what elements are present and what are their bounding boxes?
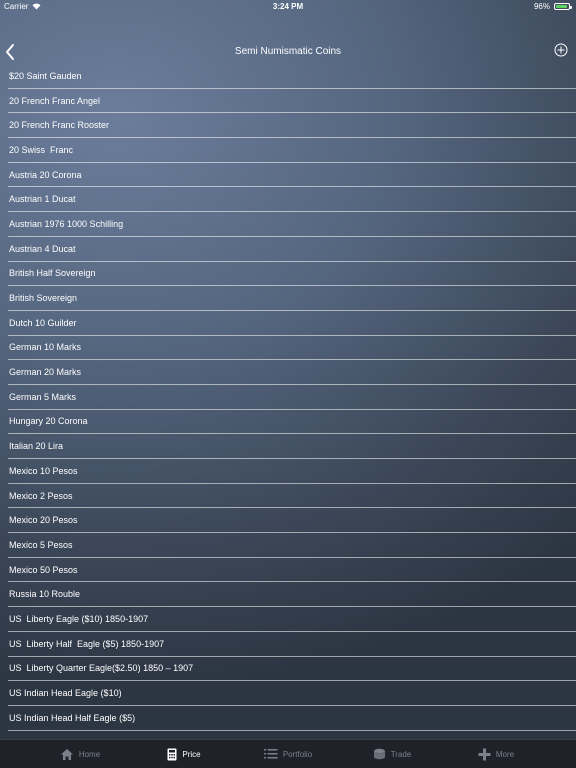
list-item-label: US Liberty Quarter Eagle($2.50) 1850 – 1… xyxy=(9,663,194,674)
list-item-label: 20 French Franc Rooster xyxy=(9,120,110,131)
list-item[interactable]: Mexico 20 Pesos xyxy=(8,508,576,534)
list-item[interactable]: Austria 20 Corona xyxy=(8,163,576,188)
list-item-label: Austria 20 Corona xyxy=(9,169,82,180)
list-item-label: Austrian 1 Ducat xyxy=(9,194,76,205)
list-item-label: Mexico 50 Pesos xyxy=(9,564,78,575)
battery-percent: 96% xyxy=(533,2,550,11)
tab-label: More xyxy=(495,749,515,759)
plus-circle-icon xyxy=(554,43,568,57)
tab-label: Portfolio xyxy=(282,749,313,759)
tab-label: Trade xyxy=(390,749,412,759)
add-button[interactable] xyxy=(554,43,568,57)
list-icon xyxy=(263,749,278,759)
tab-label: Price xyxy=(182,749,201,759)
list-item[interactable]: 20 Swiss Franc xyxy=(8,138,576,163)
list-item[interactable]: Mexico 50 Pesos xyxy=(8,558,576,583)
list-item-label: British Half Sovereign xyxy=(9,268,96,279)
list-item-label: Mexico 10 Pesos xyxy=(9,465,78,476)
coins-icon xyxy=(373,748,385,760)
list-item[interactable]: Dutch 10 Guilder xyxy=(8,311,576,336)
list-item[interactable]: German 5 Marks xyxy=(8,385,576,410)
list-item-label: Mexico 2 Pesos xyxy=(9,490,73,501)
list-item[interactable]: German 10 Marks xyxy=(8,336,576,361)
list-item-label: German 10 Marks xyxy=(9,342,82,353)
list-item-label: Italian 20 Lira xyxy=(9,441,64,452)
list-item[interactable]: US Indian Head Eagle ($10) xyxy=(8,681,576,706)
coin-list: $20 Saint Gauden 20 French Franc Angel 2… xyxy=(0,64,576,731)
list-item[interactable]: Hungary 20 Corona xyxy=(8,410,576,435)
list-item-label: Hungary 20 Corona xyxy=(9,416,88,427)
tab-label: Home xyxy=(78,749,101,759)
list-item-label: 20 French Franc Angel xyxy=(9,95,101,106)
status-time: 3:24 PM xyxy=(272,2,304,11)
list-item-label: Mexico 5 Pesos xyxy=(9,539,73,550)
list-item[interactable]: British Half Sovereign xyxy=(8,262,576,287)
tab-bar: Home Price Portfolio Trade More xyxy=(0,739,576,768)
list-item[interactable]: 20 French Franc Rooster xyxy=(8,113,576,139)
list-item[interactable]: Austrian 1976 1000 Schilling xyxy=(8,212,576,237)
list-item[interactable]: Mexico 2 Pesos xyxy=(8,484,576,509)
tab-portfolio[interactable]: Portfolio xyxy=(236,740,340,768)
plus-icon xyxy=(478,748,491,760)
list-item[interactable]: Mexico 10 Pesos xyxy=(8,459,576,484)
tab-trade[interactable]: Trade xyxy=(340,740,444,768)
calculator-icon xyxy=(167,748,177,760)
list-item-label: $20 Saint Gauden xyxy=(9,70,82,81)
status-right: 96% xyxy=(533,2,572,11)
tab-price[interactable]: Price xyxy=(132,740,236,768)
list-item-label: Russia 10 Rouble xyxy=(9,589,81,600)
list-item[interactable]: British Sovereign xyxy=(8,286,576,311)
list-item-label: Mexico 20 Pesos xyxy=(9,515,78,526)
battery-icon xyxy=(554,3,572,10)
list-item[interactable]: Austrian 4 Ducat xyxy=(8,237,576,262)
list-item-label: Austrian 1976 1000 Schilling xyxy=(9,218,124,229)
navigation-bar: Semi Numismatic Coins xyxy=(0,38,576,66)
list-item[interactable]: 20 French Franc Angel xyxy=(8,89,576,114)
list-item-label: Austrian 4 Ducat xyxy=(9,243,76,254)
list-item-label: British Sovereign xyxy=(9,293,78,304)
list-item-label: US Liberty Eagle ($10) 1850-1907 xyxy=(9,613,149,624)
list-item[interactable]: Italian 20 Lira xyxy=(8,434,576,459)
list-item[interactable]: $20 Saint Gauden xyxy=(8,64,576,89)
page-title: Semi Numismatic Coins xyxy=(234,46,342,57)
list-item-label: US Indian Head Half Eagle ($5) xyxy=(9,712,136,723)
tab-more[interactable]: More xyxy=(444,740,548,768)
list-item-label: US Indian Head Eagle ($10) xyxy=(9,688,122,699)
list-item-label: German 5 Marks xyxy=(9,391,77,402)
list-item[interactable]: Russia 10 Rouble xyxy=(8,582,576,608)
list-item-label: 20 Swiss Franc xyxy=(9,144,74,155)
list-item-label: German 20 Marks xyxy=(9,367,82,378)
home-icon xyxy=(60,748,73,760)
list-item[interactable]: Mexico 5 Pesos xyxy=(8,533,576,558)
list-item[interactable]: Austrian 1 Ducat xyxy=(8,187,576,213)
list-item-label: US Liberty Half Eagle ($5) 1850-1907 xyxy=(9,638,165,649)
list-item[interactable]: US Indian Head Half Eagle ($5) xyxy=(8,706,576,731)
list-item[interactable]: US Liberty Quarter Eagle($2.50) 1850 – 1… xyxy=(8,657,576,682)
status-bar: Carrier 3:24 PM 96% xyxy=(0,0,576,14)
list-item[interactable]: US Liberty Eagle ($10) 1850-1907 xyxy=(8,607,576,632)
list-item[interactable]: German 20 Marks xyxy=(8,360,576,385)
tab-home[interactable]: Home xyxy=(28,740,132,768)
list-item-label: Dutch 10 Guilder xyxy=(9,317,77,328)
list-item[interactable]: US Liberty Half Eagle ($5) 1850-1907 xyxy=(8,632,576,657)
